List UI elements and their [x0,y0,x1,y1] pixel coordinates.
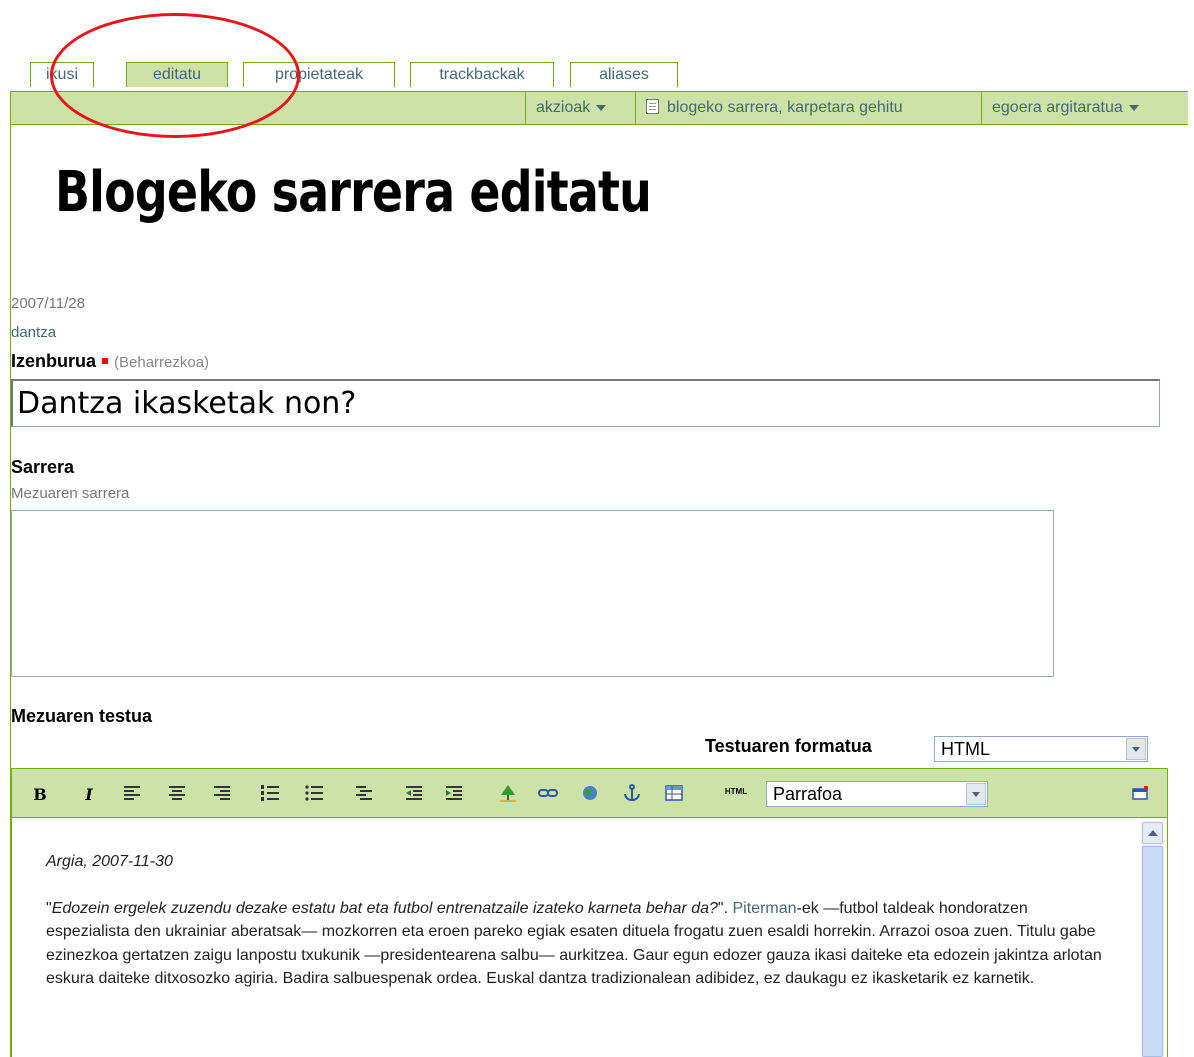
link-icon[interactable] [538,783,558,803]
align-center-icon[interactable] [167,783,187,803]
chevron-down-icon [1128,104,1139,111]
description-help: Mezuaren sarrera [11,485,130,502]
quote-text: Edozein ergelek zuzendu dezake estatu ba… [51,899,718,917]
editor-content: Argia, 2007-11-30 "Edozein ergelek zuzen… [46,850,1106,991]
page-title: Blogeko sarrera editatu [55,160,652,225]
text-format-label: Testuaren formatua [705,736,872,756]
bold-button[interactable]: B [30,785,50,804]
document-icon [646,99,659,114]
body-label: Mezuaren testua [11,706,153,726]
description-textarea[interactable] [11,510,1054,677]
piterman-link[interactable]: Piterman [733,900,797,917]
document-date: 2007/11/28 [11,295,85,312]
image-icon[interactable] [498,783,518,803]
paragraph-style-select[interactable]: Parrafoa [766,781,988,807]
scrollbar-thumb[interactable] [1142,846,1163,1057]
dateline: Argia, 2007-11-30 [46,853,173,870]
tab-properties[interactable]: propietateak [243,62,395,87]
tab-edit[interactable]: editatu [126,62,228,87]
actions-menu[interactable]: akzioak [525,92,616,124]
outdent-icon[interactable] [404,783,424,803]
title-input[interactable]: Dantza ikasketak non? [11,379,1160,427]
external-link-icon[interactable] [580,783,600,803]
editor-toolbar: B I HTML Parrafoa [11,768,1168,818]
italic-button[interactable]: I [79,785,99,804]
text-format-select[interactable]: HTML [934,736,1148,762]
bullet-list-icon[interactable] [304,783,324,803]
tab-aliases[interactable]: aliases [570,62,678,87]
chevron-down-icon [966,783,986,805]
tab-trackbacks[interactable]: trackbackak [410,62,554,87]
table-icon[interactable] [664,783,684,803]
chevron-down-icon [1126,738,1146,760]
indent-icon[interactable] [444,783,464,803]
content-actions-bar: akzioak blogeko sarrera, karpetara gehit… [10,91,1188,125]
category-link[interactable]: dantza [11,324,56,341]
align-left-icon[interactable] [122,783,142,803]
description-label: Sarrera [11,457,75,477]
numbered-list-icon[interactable] [260,783,280,803]
state-menu[interactable]: egoera argitaratua [981,92,1149,124]
editor-paragraph: "Edozein ergelek zuzendu dezake estatu b… [46,899,1102,988]
title-label: Izenburua (Beharrezkoa) [11,351,210,371]
fullscreen-icon[interactable] [1130,783,1150,803]
scroll-up-icon[interactable] [1142,822,1163,844]
html-source-button[interactable]: HTML [718,787,754,796]
tab-view[interactable]: ikusi [30,62,94,87]
chevron-down-icon [596,104,607,111]
rich-text-editor[interactable]: Argia, 2007-11-30 "Edozein ergelek zuzen… [11,818,1168,1057]
align-right-icon[interactable] [212,783,232,803]
required-icon [102,357,109,364]
add-to-folder-menu[interactable]: blogeko sarrera, karpetara gehitu [635,92,913,124]
definition-list-icon[interactable] [354,783,374,803]
anchor-icon[interactable] [622,783,642,803]
